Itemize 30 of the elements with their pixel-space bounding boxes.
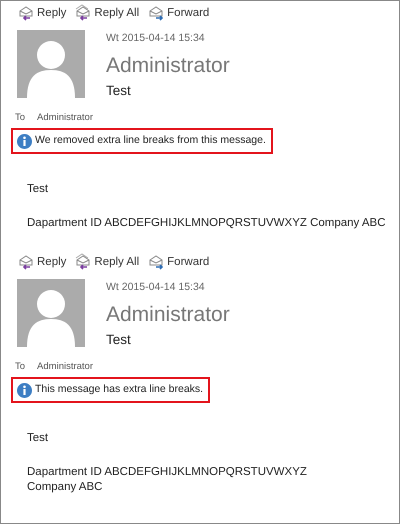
date-text: Wt 2015-04-14 15:34	[106, 280, 206, 295]
forward-icon	[148, 4, 164, 21]
reply-button[interactable]: Reply	[18, 253, 66, 270]
reply-icon	[18, 253, 34, 270]
date-text: Wt 2015-04-14 15:34	[106, 31, 206, 46]
to-label: To	[15, 360, 26, 374]
info-icon	[17, 382, 32, 398]
forward-button[interactable]: Forward	[148, 4, 210, 21]
forward-icon	[148, 253, 164, 270]
sender-name: Administrator	[106, 52, 230, 79]
body-paragraph: Test	[27, 430, 50, 446]
recipient-name: Administrator	[37, 111, 94, 125]
info-text: This message has extra line breaks.	[35, 382, 204, 398]
body-paragraph: Test	[27, 182, 50, 197]
subject-text: Test	[106, 330, 132, 349]
reply-button[interactable]: Reply	[18, 4, 66, 21]
reply-all-icon	[75, 4, 92, 21]
to-label: To	[15, 111, 26, 125]
sender-name: Administrator	[106, 302, 230, 328]
subject-text: Test	[106, 82, 132, 100]
reply-icon	[18, 4, 34, 21]
info-icon	[17, 134, 32, 149]
info-text: We removed extra line breaks from this message.	[35, 133, 266, 148]
reply-all-icon	[75, 253, 92, 270]
reply-all-button[interactable]: Reply All	[75, 4, 140, 21]
body-paragraph: Dapartment ID ABCDEFGHIJKLMNOPQRSTUVWXYZ Company ABC	[27, 216, 387, 231]
recipient-name: Administrator	[37, 360, 94, 374]
reply-all-button[interactable]: Reply All	[75, 253, 140, 270]
forward-button[interactable]: Forward	[148, 253, 210, 270]
body-paragraph: Dapartment ID ABCDEFGHIJKLMNOPQRSTUVWXYZ Company ABC	[27, 464, 308, 495]
